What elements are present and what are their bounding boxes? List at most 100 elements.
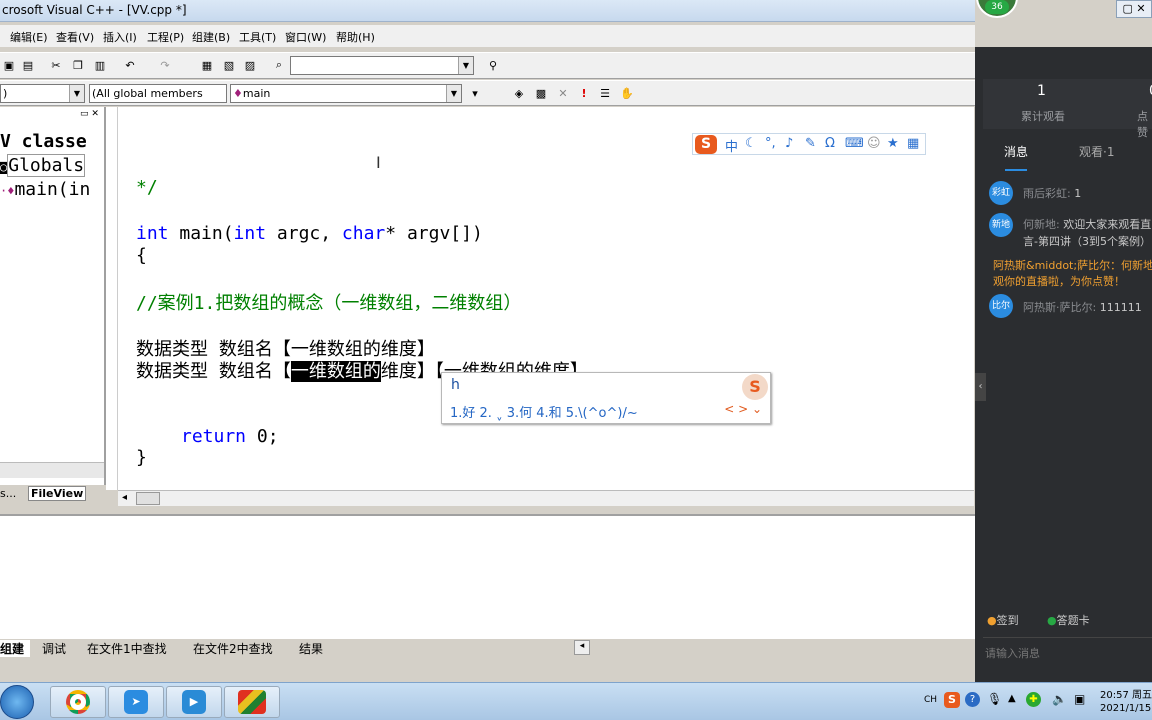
panel-hscrollbar[interactable] (0, 462, 104, 478)
tray-volume-icon[interactable]: 🔈 (1052, 692, 1067, 706)
chrome-icon (66, 690, 90, 714)
taskbar: ➤ ▶ CH S ? 🎙 ▲ ✚ 🔈 ▣ 20:57 周五 2021/1/15 (0, 682, 1152, 720)
breakpoint-list-icon[interactable]: ☰ (596, 84, 614, 102)
window-controls[interactable]: ▢ ✕ (1116, 0, 1152, 18)
tray-time[interactable]: 20:57 周五 (1100, 686, 1152, 701)
tab-build[interactable]: 组建 (0, 640, 31, 657)
tab-fileview[interactable]: FileView (28, 486, 87, 501)
tray-date[interactable]: 2021/1/15 (1100, 703, 1151, 714)
code-open-brace: { (136, 245, 147, 266)
tab-watching[interactable]: 观看·1 (1079, 143, 1114, 160)
taskbar-vc6[interactable] (224, 686, 280, 718)
microphone-icon[interactable]: ♪ (785, 136, 793, 151)
windows-icon[interactable]: ▨ (241, 56, 259, 74)
moon-icon[interactable]: ☾ (745, 136, 757, 151)
stop-build-icon[interactable]: ✕ (554, 84, 572, 102)
start-button-icon[interactable] (0, 685, 34, 719)
execute-icon[interactable]: ! (575, 84, 593, 102)
workspace-icon[interactable]: ▦ (198, 56, 216, 74)
tab-debug[interactable]: 调试 (42, 640, 66, 657)
scroll-thumb[interactable] (136, 492, 160, 505)
grid-icon[interactable]: ▦ (907, 136, 919, 151)
build-icon[interactable]: ▩ (532, 84, 550, 102)
chat-message: 阿热斯·萨比尔: 111111 (1023, 299, 1142, 315)
class-combo[interactable]: ) ▼ (0, 84, 85, 103)
sogou-logo-icon[interactable]: S (695, 135, 717, 154)
tab-find1[interactable]: 在文件1中查找 (87, 640, 167, 657)
pen-icon[interactable]: ✎ (805, 136, 816, 151)
omega-icon[interactable]: Ω (825, 136, 835, 151)
code-editor[interactable]: */ int main(int argc, char* argv[]) { //… (118, 107, 974, 490)
compile-icon[interactable]: ◈ (510, 84, 528, 102)
collapse-handle-icon[interactable]: ‹ (975, 373, 986, 401)
text-cursor-icon: I (376, 153, 381, 172)
tray-expand-icon[interactable]: ▲ (1008, 693, 1016, 704)
menu-help[interactable]: 帮助(H) (336, 29, 375, 45)
function-combo[interactable]: ♦main ▼ (230, 84, 462, 103)
punctuation-icon[interactable]: °, (765, 136, 776, 151)
chat-sender: 阿热斯·萨比尔: (1023, 301, 1097, 314)
window-title: crosoft Visual C++ - [VV.cpp *] (2, 3, 187, 17)
ime-page-nav[interactable]: < > ⌄ (724, 402, 762, 416)
save-icon[interactable]: ▣ (0, 56, 18, 74)
tree-root[interactable]: V classe (0, 131, 87, 152)
tray-help-icon[interactable]: ? (965, 692, 980, 707)
tray-lang[interactable]: CH (924, 695, 937, 705)
chat-input[interactable]: 请输入消息 (983, 637, 1152, 667)
keyboard-icon[interactable]: ⌨ (845, 136, 864, 151)
find-in-files-icon[interactable]: ⌕ (270, 56, 288, 74)
signin-button[interactable]: ●签到 (987, 612, 1019, 628)
save-all-icon[interactable]: ▤ (19, 56, 37, 74)
menu-view[interactable]: 查看(V) (56, 29, 94, 45)
ime-candidates[interactable]: 1.好 2. ˬ 3.何 4.和 5.\(^o^)/~ (450, 402, 638, 421)
members-combo-value: (All global members (92, 87, 203, 100)
members-combo[interactable]: (All global members (89, 84, 227, 103)
tray-network-icon[interactable]: ▣ (1074, 692, 1085, 706)
menu-edit[interactable]: 编辑(E) (10, 29, 48, 45)
scroll-left-icon[interactable]: ◂ (122, 492, 127, 503)
wizard-action-icon[interactable]: ▾ (466, 84, 484, 102)
skin-icon[interactable]: ★ (887, 136, 899, 151)
output-scroll-left-icon[interactable]: ◂ (574, 640, 590, 655)
editor-hscrollbar[interactable]: ◂ (118, 490, 974, 506)
find-icon[interactable]: ⚲ (484, 56, 502, 74)
menu-insert[interactable]: 插入(I) (103, 29, 137, 45)
taskbar-app-2[interactable]: ➤ (108, 686, 164, 718)
panel-close-icon[interactable]: ▭ ✕ (80, 109, 104, 121)
taskbar-chrome[interactable] (50, 686, 106, 718)
tab-classview[interactable]: s... (0, 487, 16, 500)
tab-results[interactable]: 结果 (299, 640, 323, 657)
function-icon: ·♦ (0, 184, 15, 198)
tab-find2[interactable]: 在文件2中查找 (193, 640, 273, 657)
cut-icon[interactable]: ✂ (47, 56, 65, 74)
ime-candidate-window: h S 1.好 2. ˬ 3.何 4.和 5.\(^o^)/~ < > ⌄ (441, 372, 771, 424)
answer-card-button[interactable]: ●答题卡 (1047, 612, 1090, 628)
paste-icon[interactable]: ▥ (91, 56, 109, 74)
ime-status-bar: S 中 ☾ °, ♪ ✎ Ω ⌨ ☺ ★ ▦ (692, 133, 926, 155)
ime-lang-chinese[interactable]: 中 (725, 136, 738, 155)
code-main: main( (168, 223, 234, 244)
tree-main[interactable]: ·♦main(in (0, 179, 90, 200)
taskbar-app-3[interactable]: ▶ (166, 686, 222, 718)
chat-sender: 何新地: (1023, 218, 1060, 231)
undo-icon[interactable]: ↶ (121, 56, 139, 74)
menu-window[interactable]: 窗口(W) (285, 29, 326, 45)
user-icon[interactable]: ☺ (867, 136, 881, 151)
hand-icon[interactable]: ✋ (618, 84, 636, 102)
tray-green-icon[interactable]: ✚ (1026, 692, 1041, 707)
menu-tools[interactable]: 工具(T) (239, 29, 276, 45)
tray-mic-icon[interactable]: 🎙 (987, 692, 1002, 706)
copy-icon[interactable]: ❐ (69, 56, 87, 74)
menu-project[interactable]: 工程(P) (147, 29, 184, 45)
find-combo[interactable]: ▼ (290, 56, 474, 75)
menu-bar: 编辑(E) 查看(V) 插入(I) 工程(P) 组建(B) 工具(T) 窗口(W… (0, 25, 975, 47)
tray-sogou-icon[interactable]: S (944, 692, 960, 708)
output-icon[interactable]: ▧ (220, 56, 238, 74)
tree-globals[interactable]: ◙Globals (0, 154, 86, 177)
tab-messages[interactable]: 消息 (1004, 143, 1028, 160)
redo-icon[interactable]: ↷ (156, 56, 174, 74)
signin-label: 签到 (996, 614, 1019, 627)
menu-build[interactable]: 组建(B) (192, 29, 230, 45)
code-comment-case1: //案例1.把数组的概念（一维数组，二维数组） (136, 293, 522, 314)
code-return: return 0; (181, 426, 279, 447)
